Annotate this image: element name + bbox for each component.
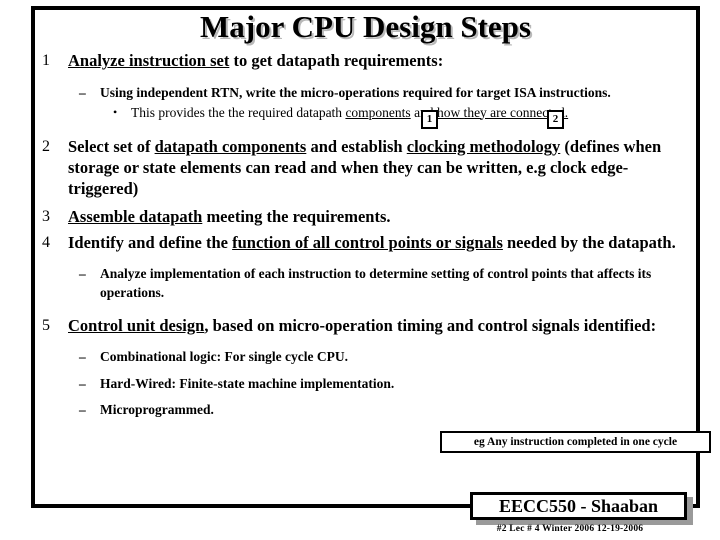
step-number: 2 <box>42 138 50 155</box>
text-segment: Assemble datapath <box>68 207 203 226</box>
sub-bullet-text: Microprogrammed. <box>100 402 214 417</box>
slide-canvas: Major CPU Design Steps 1 Analyze instruc… <box>0 0 720 540</box>
sub-bullet: – Using independent RTN, write the micro… <box>38 84 698 103</box>
step-number: 5 <box>42 317 50 334</box>
text-segment: Select set of <box>68 137 155 156</box>
text-segment: Control unit design <box>68 316 205 335</box>
step-text: Identify and define the function of all … <box>68 233 676 252</box>
sub-bullet-text: Hard-Wired: Finite-state machine impleme… <box>100 375 395 391</box>
text-segment: datapath components <box>154 137 307 156</box>
sub-bullet-text: Combinational logic: For single cycle CP… <box>100 349 348 364</box>
step-text: Assemble datapath meeting the requiremen… <box>68 207 391 226</box>
callout-box-2: 2 <box>547 110 564 129</box>
sub-bullet-text: Analyze implementation of each instructi… <box>100 266 652 300</box>
callout-box-1: 1 <box>421 110 438 129</box>
text-segment: meeting the requirements. <box>202 207 391 226</box>
slide-title: Major CPU Design Steps <box>200 9 531 44</box>
text-segment: needed by the datapath. <box>502 233 676 252</box>
sub-bullet: – Hard-Wired: Finite-state machine imple… <box>38 375 698 394</box>
text-segment: components <box>345 104 411 120</box>
dash-bullet-icon: – <box>79 349 86 364</box>
text-segment: , based on micro-operation timing and co… <box>204 316 657 335</box>
text-segment: function of all control points or signal… <box>232 233 503 252</box>
text-segment: This provides the the required datapath <box>131 104 346 120</box>
sub-bullet: – Combinational logic: For single cycle … <box>38 348 698 367</box>
footer-metadata: #2 Lec # 4 Winter 2006 12-19-2006 <box>496 524 644 534</box>
numbered-step: 4 Identify and define the function of al… <box>38 232 698 253</box>
step-text-segment: to get datapath requirements: <box>229 51 444 70</box>
step-text-segment: Analyze instruction set <box>68 51 230 70</box>
step-text: Analyze instruction set to get datapath … <box>68 51 443 70</box>
numbered-step: 3 Assemble datapath meeting the requirem… <box>38 206 698 227</box>
sub-bullet: – Microprogrammed. <box>38 401 698 420</box>
step-text: Control unit design, based on micro-oper… <box>68 316 656 335</box>
step-text: Select set of datapath components and es… <box>68 137 661 198</box>
text-segment: and establish <box>306 137 407 156</box>
text-segment: Identify and define the <box>68 233 233 252</box>
sub-sub-bullet: • This provides the the required datapat… <box>38 104 698 123</box>
example-note-box: eg Any instruction completed in one cycl… <box>440 431 711 453</box>
numbered-step: 5 Control unit design, based on micro-op… <box>38 315 698 336</box>
step-number: 1 <box>42 52 50 69</box>
numbered-step: 1 Analyze instruction set to get datapat… <box>38 50 698 71</box>
dash-bullet-icon: – <box>79 402 86 417</box>
step-number: 3 <box>42 208 50 225</box>
dash-bullet-icon: – <box>79 85 86 100</box>
numbered-step: 2 Select set of datapath components and … <box>38 136 698 199</box>
dash-bullet-icon: – <box>79 266 86 281</box>
round-bullet-icon: • <box>113 104 118 119</box>
sub-bullet-text: Using independent RTN, write the micro-o… <box>100 85 611 100</box>
sub-bullet: – Analyze implementation of each instruc… <box>38 265 698 302</box>
step-number: 4 <box>42 234 50 251</box>
dash-bullet-icon: – <box>79 375 86 391</box>
sub-sub-bullet-text: This provides the the required datapath … <box>131 105 568 120</box>
text-segment: clocking methodology <box>406 137 561 156</box>
course-banner: EECC550 - Shaaban <box>470 492 687 520</box>
